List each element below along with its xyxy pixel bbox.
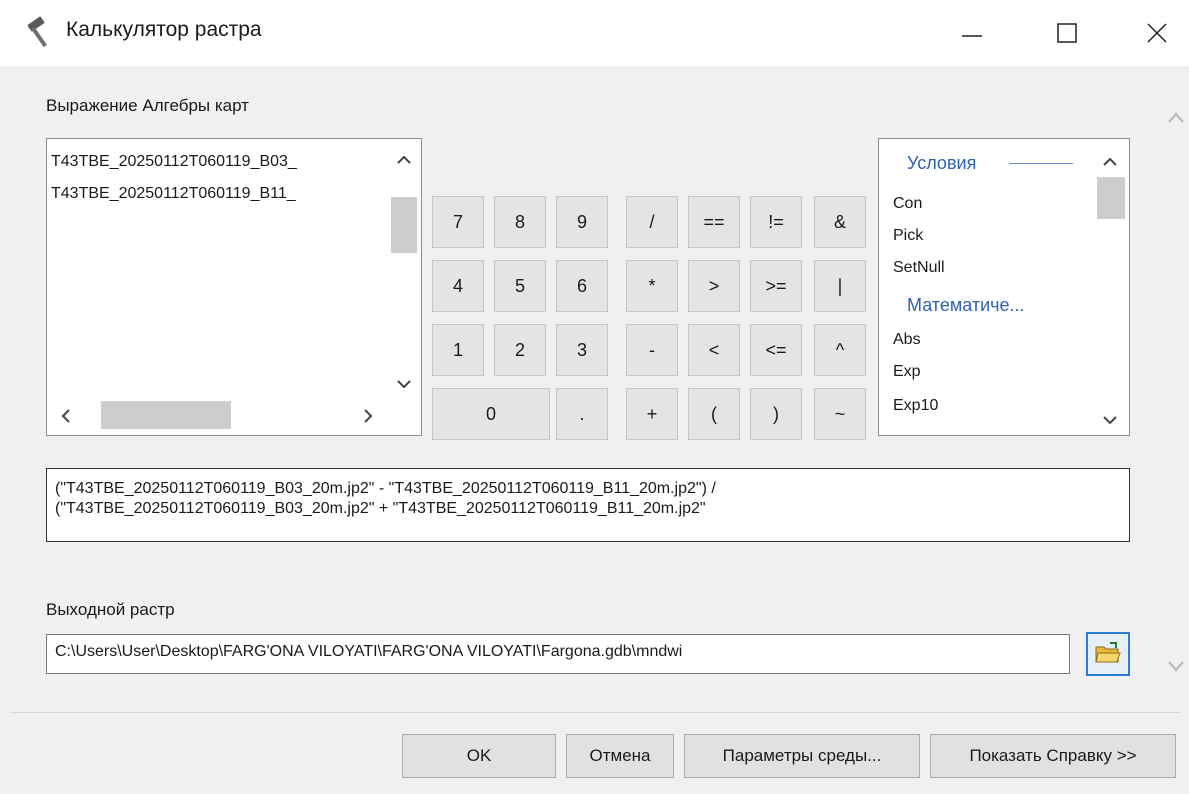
expression-label: Выражение Алгебры карт xyxy=(46,96,249,115)
key-plus[interactable]: + xyxy=(626,388,678,440)
chevron-up-icon[interactable] xyxy=(1101,153,1119,171)
window-title: Калькулятор растра xyxy=(66,18,262,41)
ok-button[interactable]: OK xyxy=(402,734,556,778)
function-con[interactable]: Con xyxy=(893,195,922,213)
show-help-button[interactable]: Показать Справку >> xyxy=(930,734,1176,778)
horizontal-scroll-thumb[interactable] xyxy=(101,401,231,429)
key-minus[interactable]: - xyxy=(626,324,678,376)
output-raster-label: Выходной растр xyxy=(46,600,175,619)
key-0[interactable]: 0 xyxy=(432,388,550,440)
maximize-icon xyxy=(1057,23,1077,43)
function-list[interactable]: Условия Con Pick SetNull Математиче... A… xyxy=(878,138,1130,436)
key-3[interactable]: 3 xyxy=(556,324,608,376)
key-8[interactable]: 8 xyxy=(494,196,546,248)
expression-line-2: ("T43TBE_20250112T060119_B03_20m.jp2" + … xyxy=(55,500,706,517)
hammer-icon xyxy=(22,14,58,50)
key-6[interactable]: 6 xyxy=(556,260,608,312)
key-7[interactable]: 7 xyxy=(432,196,484,248)
key-equal[interactable]: == xyxy=(688,196,740,248)
function-pick[interactable]: Pick xyxy=(893,227,923,245)
chevron-down-icon[interactable] xyxy=(395,375,413,393)
key-decimal[interactable]: . xyxy=(556,388,608,440)
chevron-up-icon[interactable] xyxy=(395,151,413,169)
chevron-down-icon[interactable] xyxy=(1101,411,1119,429)
key-less[interactable]: < xyxy=(688,324,740,376)
expression-line-1: ("T43TBE_20250112T060119_B03_20m.jp2" - … xyxy=(55,480,716,497)
chevron-right-icon[interactable] xyxy=(359,407,377,425)
vertical-scroll-thumb[interactable] xyxy=(391,197,417,253)
cancel-button[interactable]: Отмена xyxy=(566,734,674,778)
key-not-equal[interactable]: != xyxy=(750,196,802,248)
key-greater-equal[interactable]: >= xyxy=(750,260,802,312)
close-icon xyxy=(1147,23,1167,43)
key-2[interactable]: 2 xyxy=(494,324,546,376)
title-bar: Калькулятор растра xyxy=(0,0,1189,66)
close-button[interactable] xyxy=(1130,6,1186,58)
environment-settings-button[interactable]: Параметры среды... xyxy=(684,734,920,778)
key-9[interactable]: 9 xyxy=(556,196,608,248)
expression-input[interactable]: ("T43TBE_20250112T060119_B03_20m.jp2" - … xyxy=(46,468,1130,542)
category-conditions: Условия xyxy=(907,153,977,173)
key-4[interactable]: 4 xyxy=(432,260,484,312)
layer-item[interactable]: T43TBE_20250112T060119_B11_ xyxy=(51,185,387,203)
function-abs[interactable]: Abs xyxy=(893,331,921,349)
key-divide[interactable]: / xyxy=(626,196,678,248)
key-or[interactable]: | xyxy=(814,260,866,312)
function-exp[interactable]: Exp xyxy=(893,363,921,381)
key-not[interactable]: ~ xyxy=(814,388,866,440)
chevron-left-icon[interactable] xyxy=(57,407,75,425)
key-xor[interactable]: ^ xyxy=(814,324,866,376)
key-and[interactable]: & xyxy=(814,196,866,248)
key-5[interactable]: 5 xyxy=(494,260,546,312)
chevron-down-icon[interactable] xyxy=(1166,656,1186,676)
key-multiply[interactable]: * xyxy=(626,260,678,312)
output-raster-input[interactable]: C:\Users\User\Desktop\FARG'ONA VILOYATI\… xyxy=(46,634,1070,674)
folder-open-icon xyxy=(1095,642,1121,663)
key-open-paren[interactable]: ( xyxy=(688,388,740,440)
function-exp10[interactable]: Exp10 xyxy=(893,397,938,415)
key-greater[interactable]: > xyxy=(688,260,740,312)
layer-item[interactable]: T43TBE_20250112T060119_B03_ xyxy=(51,153,387,171)
minimize-button[interactable] xyxy=(944,6,1000,58)
category-divider xyxy=(1009,163,1073,164)
category-math: Математиче... xyxy=(907,295,1025,315)
function-setnull[interactable]: SetNull xyxy=(893,259,945,277)
chevron-up-icon[interactable] xyxy=(1166,108,1186,128)
key-close-paren[interactable]: ) xyxy=(750,388,802,440)
minimize-icon xyxy=(962,35,982,37)
browse-button[interactable] xyxy=(1086,632,1130,676)
key-1[interactable]: 1 xyxy=(432,324,484,376)
maximize-button[interactable] xyxy=(1040,6,1096,58)
function-scroll-thumb[interactable] xyxy=(1097,177,1125,219)
layer-list[interactable]: T43TBE_20250112T060119_B03_ T43TBE_20250… xyxy=(46,138,422,436)
footer-divider xyxy=(10,712,1180,713)
key-less-equal[interactable]: <= xyxy=(750,324,802,376)
